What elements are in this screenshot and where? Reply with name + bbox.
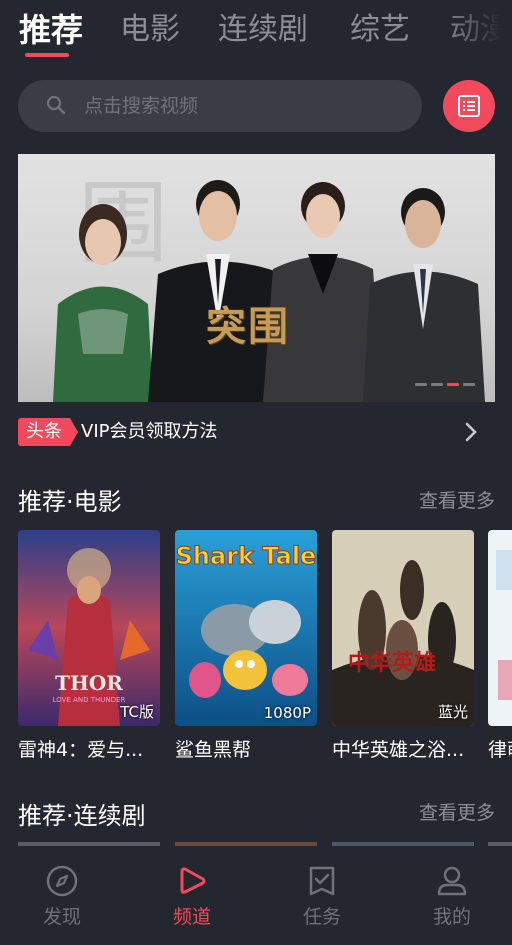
nav-profile[interactable]: 我的: [412, 864, 492, 929]
movie-title[interactable]: 中华英雄之浴...: [332, 735, 474, 762]
search-icon: [46, 95, 66, 115]
svg-text:LOVE AND THUNDER: LOVE AND THUNDER: [53, 696, 126, 704]
poster-image: [488, 530, 512, 726]
nav-label: 我的: [432, 906, 471, 928]
search-bar[interactable]: [18, 80, 422, 132]
search-input[interactable]: [84, 80, 404, 132]
channel-list-button[interactable]: [443, 80, 495, 132]
bottom-navigation: 发现 频道 任务 我的: [0, 846, 512, 945]
nav-label: 任务: [302, 906, 341, 928]
headline-tag: 头条: [18, 418, 78, 446]
nav-channel[interactable]: 频道: [152, 864, 232, 929]
section-title-series: 推荐·连续剧: [18, 802, 146, 830]
tab-movies[interactable]: 电影: [120, 10, 180, 50]
tabs-fade: [442, 0, 512, 60]
list-icon: [458, 95, 480, 117]
movie-title[interactable]: 雷神4：爱与...: [18, 735, 160, 762]
more-movies-link[interactable]: 查看更多: [419, 486, 495, 513]
poster-image: Shark Tale: [175, 530, 317, 726]
category-tabs: 推荐 电影 连续剧 综艺 动漫: [0, 0, 512, 70]
banner-title: 突围: [206, 303, 290, 350]
svg-text:中华英雄: 中华英雄: [348, 650, 436, 676]
chevron-right-icon: [465, 422, 477, 442]
tab-series[interactable]: 连续剧: [218, 10, 308, 50]
movie-title[interactable]: 鲨鱼黑帮: [175, 735, 317, 762]
play-icon: [180, 867, 206, 894]
svg-text:Shark Tale: Shark Tale: [176, 542, 317, 570]
tab-recommend[interactable]: 推荐: [19, 10, 83, 50]
movie-card-poster[interactable]: Shark Tale 1080P: [175, 530, 317, 726]
carousel-indicator: [415, 383, 475, 386]
carousel-dot[interactable]: [463, 383, 475, 386]
quality-badge: TC版: [120, 703, 154, 721]
tab-variety[interactable]: 综艺: [350, 10, 410, 50]
nav-label: 发现: [42, 906, 81, 928]
poster-image: THOR LOVE AND THUNDER: [18, 530, 160, 726]
active-tab-indicator: [25, 53, 69, 57]
movie-title[interactable]: 律萌...: [488, 735, 512, 762]
quality-badge: 1080P: [263, 704, 311, 722]
user-icon: [437, 866, 467, 896]
nav-discover[interactable]: 发现: [22, 864, 102, 929]
nav-label: 频道: [172, 906, 211, 928]
task-icon: [309, 866, 335, 896]
carousel-dot[interactable]: [431, 383, 443, 386]
more-series-link[interactable]: 查看更多: [419, 798, 495, 825]
carousel-dot[interactable]: [415, 383, 427, 386]
section-title-movies: 推荐·电影: [18, 488, 122, 516]
quality-badge: 蓝光: [437, 703, 468, 721]
compass-icon: [46, 865, 78, 897]
carousel-dot-active[interactable]: [447, 383, 459, 386]
movie-card-poster[interactable]: [488, 530, 512, 726]
movie-card-poster[interactable]: THOR LOVE AND THUNDER TC版: [18, 530, 160, 726]
headline-text: VIP会员领取方法: [81, 421, 218, 442]
banner-carousel[interactable]: 围 突围: [18, 154, 495, 402]
nav-tasks[interactable]: 任务: [282, 864, 362, 929]
banner-image: 围: [53, 171, 485, 402]
poster-image: 中华英雄: [332, 530, 474, 726]
svg-text:THOR: THOR: [55, 671, 123, 695]
movie-card-poster[interactable]: 中华英雄 蓝光: [332, 530, 474, 726]
headline-news[interactable]: 头条 VIP会员领取方法: [18, 416, 495, 448]
